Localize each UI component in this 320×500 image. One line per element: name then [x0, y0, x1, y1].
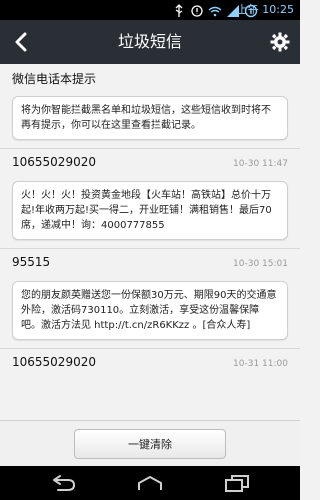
recent-apps-icon[interactable]: [220, 472, 254, 494]
message-time: 10-30 11:47: [233, 159, 288, 169]
message-item[interactable]: 微信电话本提示 将为你智能拦截黑名单和垃圾短信，这些短信收到时将不再有提示，你可…: [0, 64, 300, 149]
message-header: 95515 10-30 15:01: [12, 255, 288, 273]
status-time: 上午 10:25: [236, 3, 294, 16]
message-header: 微信电话本提示: [12, 70, 288, 88]
message-time: 10-31 11:00: [233, 359, 288, 369]
status-bar: 上午 10:25: [0, 0, 300, 20]
message-time: 10-30 15:01: [233, 259, 288, 269]
back-icon[interactable]: [46, 472, 80, 494]
navigation-bar: [0, 466, 300, 500]
notification-icon: [190, 3, 204, 17]
message-sender: 微信电话本提示: [12, 72, 97, 86]
message-item[interactable]: 95515 10-30 15:01 您的朋友颜英赠送您一份保额30万元、期限90…: [0, 249, 300, 349]
clear-all-button[interactable]: 一键清除: [74, 429, 226, 459]
wifi-icon: [208, 3, 222, 17]
message-list[interactable]: 微信电话本提示 将为你智能拦截黑名单和垃圾短信，这些短信收到时将不再有提示，你可…: [0, 64, 300, 420]
message-item[interactable]: 10655029020 10-30 11:47 火！火！火！投资黄金地段【火车站…: [0, 149, 300, 249]
message-sender: 95515: [12, 255, 51, 269]
message-sender: 10655029020: [12, 155, 96, 169]
message-header: 10655029020 10-31 11:00: [12, 355, 288, 373]
message-bubble: 您的朋友颜英赠送您一份保额30万元、期限90天的交通意外险，激活码730110。…: [12, 281, 288, 340]
titlebar: 垃圾短信: [0, 20, 300, 65]
message-bubble: 将为你智能拦截黑名单和垃圾短信，这些短信收到时将不再有提示，你可以在这里查看拦截…: [12, 96, 288, 140]
gear-icon[interactable]: [268, 30, 292, 54]
page-title: 垃圾短信: [117, 32, 182, 51]
footer-bar: 一键清除: [0, 420, 300, 467]
message-bubble: 火！火！火！投资黄金地段【火车站！高铁站】总价十万起!年收两万起!买一得二，开业…: [12, 181, 288, 240]
message-item[interactable]: 10655029020 10-31 11:00: [0, 349, 300, 381]
home-icon[interactable]: [133, 472, 167, 494]
usb-icon: [172, 3, 186, 17]
message-header: 10655029020 10-30 11:47: [12, 155, 288, 173]
message-sender: 10655029020: [12, 355, 96, 369]
